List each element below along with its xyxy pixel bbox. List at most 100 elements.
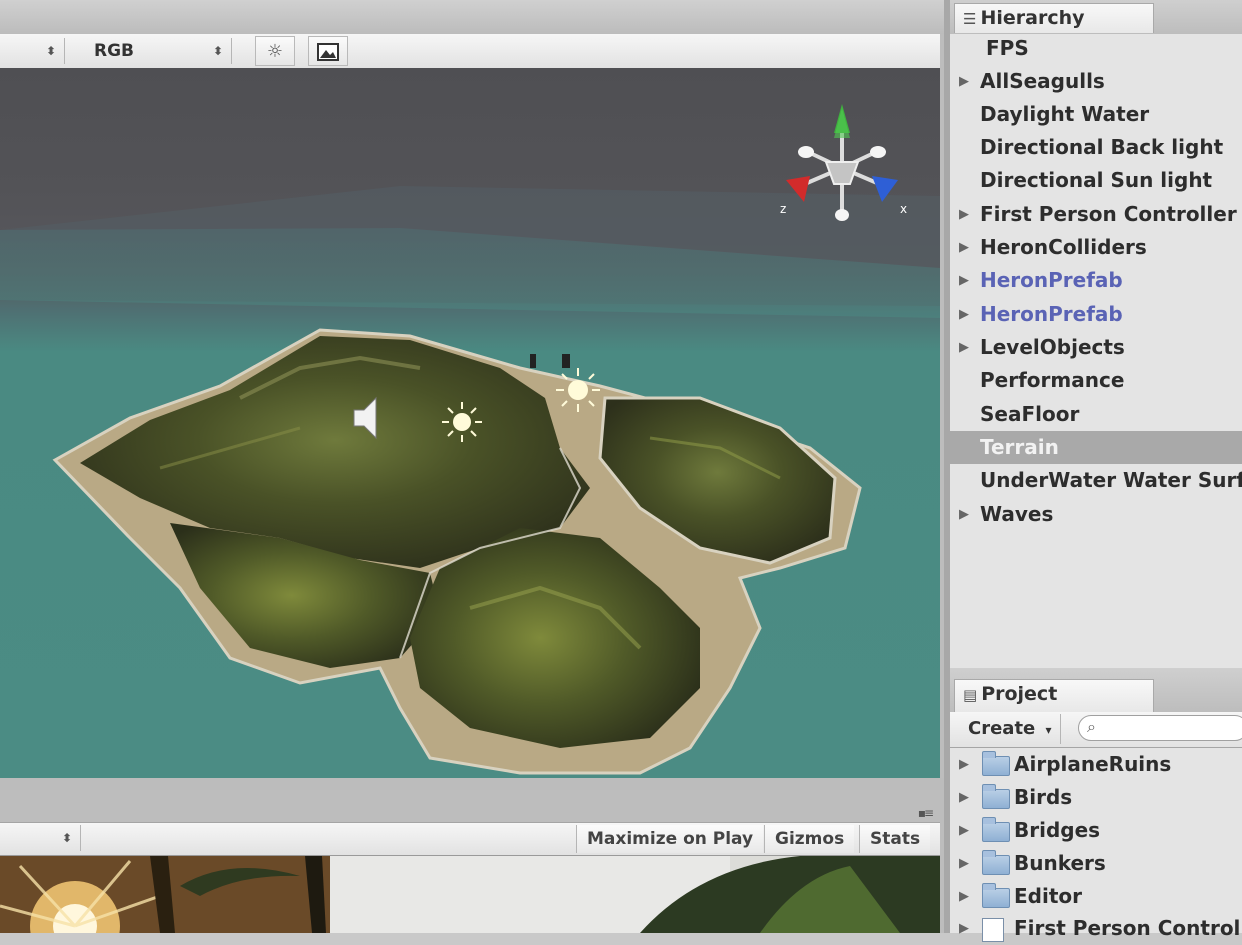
expand-arrow-icon[interactable]: ▶	[959, 814, 969, 847]
expand-arrow-icon[interactable]: ▶	[959, 847, 969, 880]
draw-mode-dropdown[interactable]: ⬍	[0, 38, 65, 64]
hierarchy-item[interactable]: ▶ AllSeagulls	[950, 65, 1242, 98]
scene-bottom-border	[0, 778, 944, 790]
hierarchy-item-label: Waves	[980, 502, 1054, 526]
project-folder-item[interactable]: ▶ Editor	[950, 880, 1242, 913]
render-mode-dropdown[interactable]: RGB ⬍	[86, 38, 232, 64]
hierarchy-item-label: Directional Sun light	[980, 168, 1213, 192]
hierarchy-item-label: FPS	[986, 36, 1029, 60]
hierarchy-item-label: SeaFloor	[980, 402, 1080, 426]
chevron-updown-icon: ⬍	[61, 831, 72, 845]
hierarchy-item-label: Daylight Water	[980, 102, 1150, 126]
hierarchy-item-label: HeronPrefab	[980, 302, 1123, 326]
scene-viewport[interactable]: z x	[0, 68, 940, 778]
expand-arrow-icon[interactable]: ▶	[959, 231, 969, 264]
hierarchy-item-selected[interactable]: Terrain	[950, 431, 1242, 464]
folder-icon	[982, 784, 1010, 809]
expand-arrow-icon[interactable]: ▶	[959, 331, 969, 364]
hierarchy-item-label: HeronPrefab	[980, 268, 1123, 292]
chevron-updown-icon: ⬍	[45, 44, 56, 58]
project-item-label: AirplaneRuins	[1014, 752, 1172, 776]
scene-lighting-button[interactable]: ☼	[255, 36, 295, 66]
game-viewport[interactable]	[0, 856, 940, 933]
hierarchy-item[interactable]: Directional Back light	[950, 131, 1242, 164]
gizmos-button[interactable]: Gizmos	[764, 825, 855, 853]
hierarchy-item[interactable]: Directional Sun light	[950, 164, 1242, 197]
expand-arrow-icon[interactable]: ▶	[959, 498, 969, 531]
hierarchy-item[interactable]: ▶ HeronColliders	[950, 231, 1242, 264]
tab-project-label: Project	[981, 683, 1058, 705]
project-item-label: Editor	[1014, 884, 1082, 908]
hierarchy-item-label: Performance	[980, 368, 1125, 392]
create-dropdown[interactable]: Create ▾	[960, 714, 1061, 744]
expand-arrow-icon[interactable]: ▶	[959, 65, 969, 98]
hierarchy-item[interactable]: Daylight Water	[950, 98, 1242, 131]
hierarchy-tab-bar: ☰ Hierarchy	[950, 0, 1242, 34]
svg-text:x: x	[900, 202, 907, 216]
hierarchy-item[interactable]: ▶ Waves	[950, 498, 1242, 531]
folder-icon	[982, 883, 1010, 908]
sun-icon: ☼	[266, 41, 284, 62]
scene-image-button[interactable]	[308, 36, 348, 66]
hierarchy-item[interactable]: ▶ LevelObjects	[950, 331, 1242, 364]
hierarchy-item[interactable]: SeaFloor	[950, 398, 1242, 431]
prefab-icon	[982, 918, 1004, 942]
chevron-down-icon: ▾	[1045, 723, 1052, 737]
project-search-input[interactable]: ⌕	[1078, 715, 1242, 741]
aspect-dropdown[interactable]: ⬍	[0, 825, 81, 851]
project-folder-item[interactable]: ▶ Birds	[950, 781, 1242, 814]
hierarchy-item-label: UnderWater Water Surfa	[980, 468, 1242, 492]
project-folder-item[interactable]: ▶ AirplaneRuins	[950, 748, 1242, 781]
scene-tab-strip	[0, 0, 944, 34]
search-icon: ⌕	[1087, 717, 1096, 736]
maximize-on-play-button[interactable]: Maximize on Play	[576, 825, 764, 853]
expand-arrow-icon[interactable]: ▶	[959, 298, 969, 331]
hierarchy-item-label: HeronColliders	[980, 235, 1147, 259]
project-tab-bar: ▤ Project	[950, 668, 1242, 712]
hierarchy-item[interactable]: Performance	[950, 364, 1242, 397]
folder-icon	[982, 850, 1010, 875]
folder-icon: ▤	[963, 686, 978, 704]
hierarchy-item-label: First Person Controller	[980, 202, 1237, 226]
project-item-label: Bridges	[1014, 818, 1101, 842]
hierarchy-item[interactable]: UnderWater Water Surfa	[950, 464, 1242, 497]
project-folder-item[interactable]: ▶ Bunkers	[950, 847, 1242, 880]
project-folder-item[interactable]: ▶ Bridges	[950, 814, 1242, 847]
expand-arrow-icon[interactable]: ▶	[959, 198, 969, 231]
project-item-label: Birds	[1014, 785, 1073, 809]
project-item-label: Bunkers	[1014, 851, 1106, 875]
tab-hierarchy[interactable]: ☰ Hierarchy	[954, 3, 1154, 33]
game-panel-menu-icon[interactable]: ▪≡	[918, 806, 934, 820]
create-label: Create	[968, 718, 1036, 739]
hierarchy-item-prefab[interactable]: ▶ HeronPrefab	[950, 298, 1242, 331]
list-icon: ☰	[963, 10, 977, 28]
tab-hierarchy-label: Hierarchy	[980, 7, 1085, 29]
image-icon	[317, 43, 339, 61]
folder-icon	[982, 751, 1010, 776]
hierarchy-item-label: Terrain	[980, 435, 1059, 459]
hierarchy-item[interactable]: ▶ First Person Controller	[950, 198, 1242, 231]
project-folder-item[interactable]: ▶ First Person Controll	[950, 912, 1242, 945]
tab-project[interactable]: ▤ Project	[954, 679, 1154, 712]
render-mode-value: RGB	[94, 41, 135, 61]
light-gizmo[interactable]	[442, 402, 482, 442]
stats-button[interactable]: Stats	[859, 825, 931, 853]
game-render	[0, 856, 940, 933]
hierarchy-item-label: AllSeagulls	[980, 69, 1105, 93]
terrain-render: z x	[0, 104, 940, 775]
expand-arrow-icon[interactable]: ▶	[959, 912, 969, 945]
game-toolbar: ⬍ Maximize on Play Gizmos Stats	[0, 822, 940, 856]
svg-text:z: z	[780, 202, 786, 216]
hierarchy-item-label: LevelObjects	[980, 335, 1125, 359]
hierarchy-item-label: Directional Back light	[980, 135, 1224, 159]
chevron-updown-icon: ⬍	[212, 44, 223, 58]
project-item-label: First Person Controll	[1014, 916, 1242, 940]
hierarchy-item[interactable]: FPS	[950, 32, 1242, 65]
expand-arrow-icon[interactable]: ▶	[959, 748, 969, 781]
expand-arrow-icon[interactable]: ▶	[959, 880, 969, 913]
scene-toolbar: ⬍ RGB ⬍ ☼	[0, 34, 940, 69]
folder-icon	[982, 817, 1010, 842]
expand-arrow-icon[interactable]: ▶	[959, 264, 969, 297]
expand-arrow-icon[interactable]: ▶	[959, 781, 969, 814]
hierarchy-item-prefab[interactable]: ▶ HeronPrefab	[950, 264, 1242, 297]
